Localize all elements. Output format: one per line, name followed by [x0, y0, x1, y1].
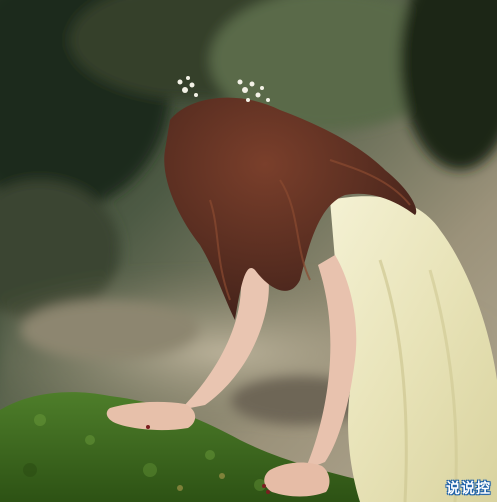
photo-frame: 说说控 — [0, 0, 497, 502]
photo — [0, 0, 497, 502]
watermark-logo: 说说控 — [446, 481, 491, 497]
